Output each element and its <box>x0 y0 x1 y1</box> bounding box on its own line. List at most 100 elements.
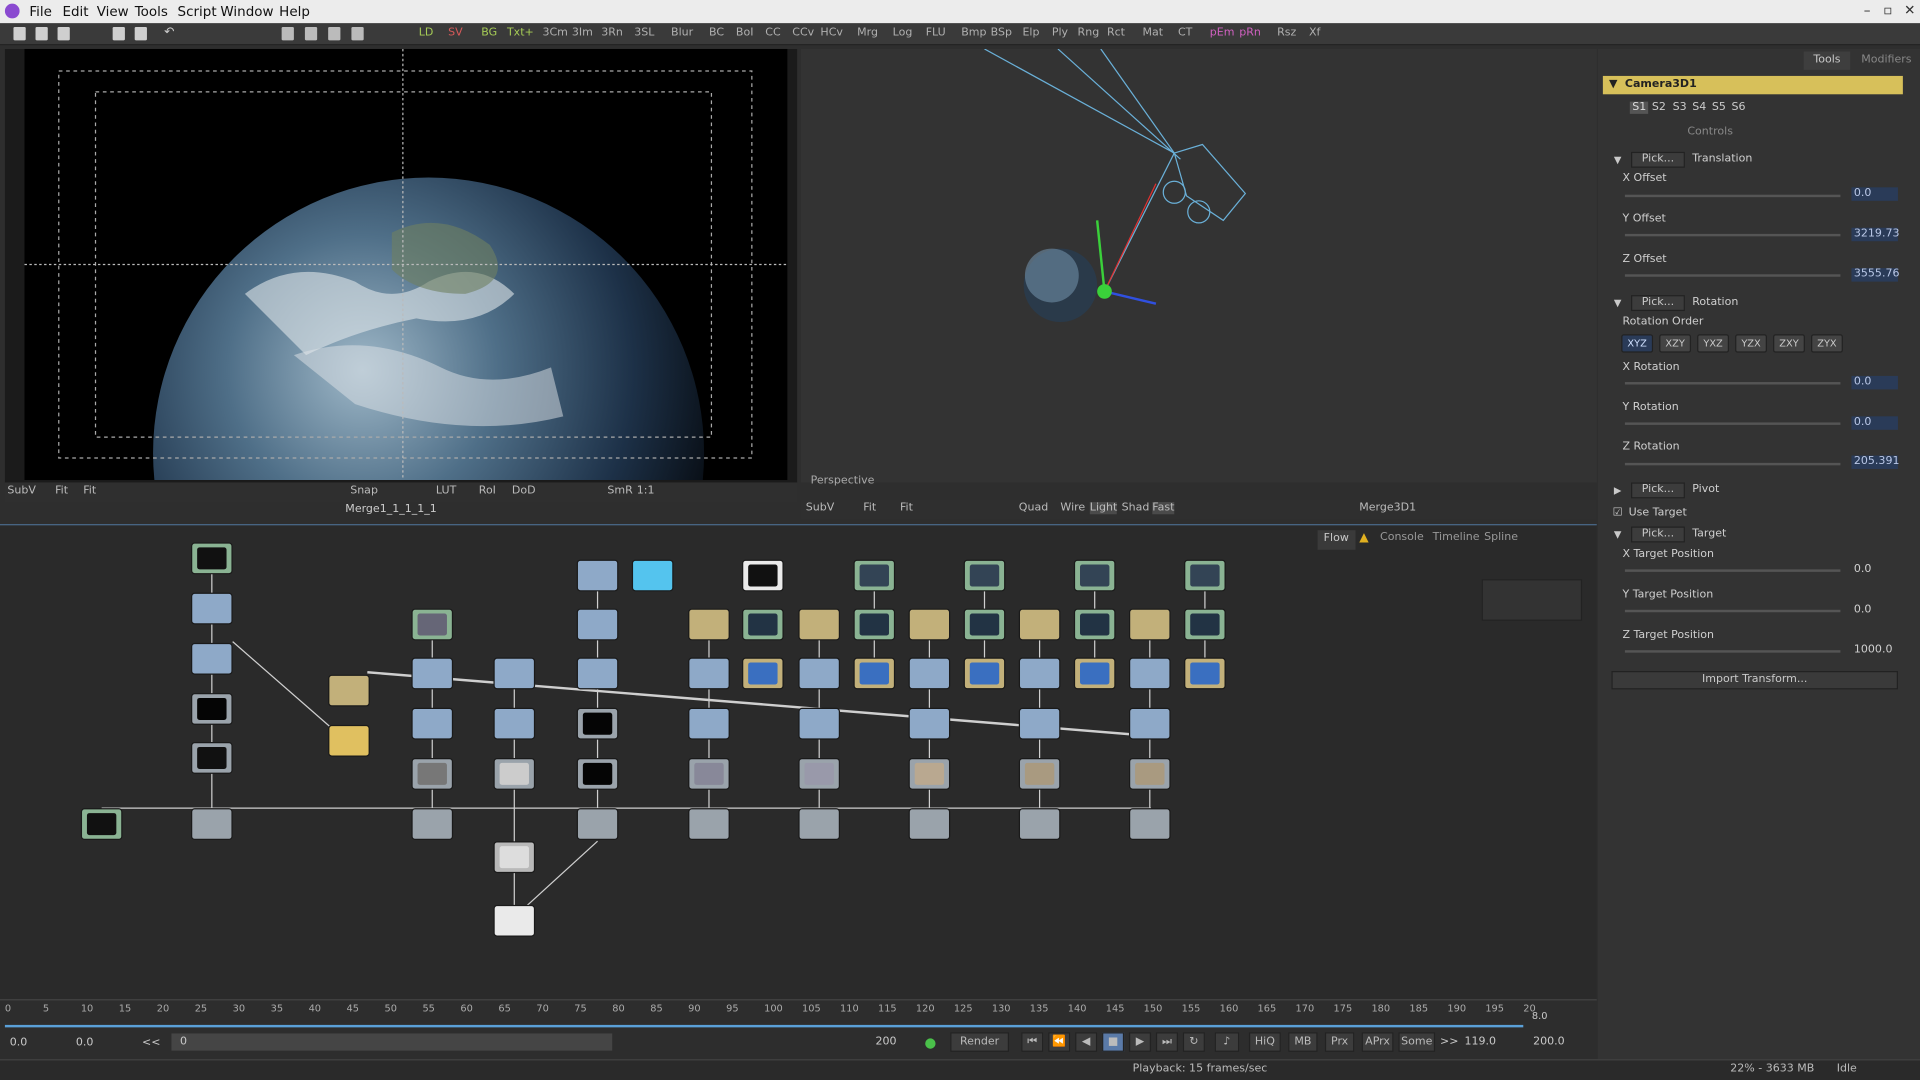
flow-node[interactable] <box>631 559 674 592</box>
flow-node[interactable] <box>1128 808 1171 841</box>
flow-node[interactable] <box>963 608 1006 641</box>
flow-node[interactable] <box>688 657 730 690</box>
flow-node[interactable] <box>688 707 730 740</box>
roi-button[interactable]: RoI <box>479 485 496 497</box>
flow-node[interactable] <box>1073 559 1116 592</box>
flow-node[interactable] <box>853 559 896 592</box>
tool-mat[interactable]: Mat <box>1142 27 1163 39</box>
hiq-button[interactable]: HiQ <box>1248 1032 1281 1052</box>
flow-node[interactable] <box>908 657 951 690</box>
flow-node[interactable] <box>1184 657 1226 690</box>
y-rotation-slider[interactable] <box>1624 422 1841 425</box>
flow-node[interactable] <box>742 657 784 690</box>
layout4-icon[interactable] <box>351 26 364 41</box>
flow-node[interactable] <box>493 757 536 790</box>
flow-node[interactable] <box>191 742 233 774</box>
menu-window[interactable]: Window <box>220 4 273 20</box>
tool-bmp[interactable]: Bmp <box>961 27 986 39</box>
tab-timeline[interactable]: Timeline <box>1433 531 1480 543</box>
flow-node[interactable] <box>411 657 454 690</box>
tool-3rn[interactable]: 3Rn <box>601 27 623 39</box>
tool-flu[interactable]: FLU <box>926 27 946 39</box>
play-icon[interactable]: ▶ <box>1128 1032 1152 1052</box>
z-target-slider[interactable] <box>1624 650 1841 653</box>
pivot-expand-icon[interactable]: ▶ <box>1614 485 1622 496</box>
flow-node[interactable] <box>688 757 730 790</box>
tool-boi[interactable]: BoI <box>736 27 754 39</box>
menu-file[interactable]: File <box>29 4 52 20</box>
tab-console[interactable]: Console <box>1380 531 1424 543</box>
y-offset-value[interactable]: 3219.73 <box>1851 227 1899 242</box>
flow-node[interactable] <box>853 608 896 641</box>
play-reverse-icon[interactable]: ◀ <box>1075 1032 1098 1052</box>
tool-elp[interactable]: Elp <box>1022 27 1039 39</box>
aprx-button[interactable]: APrx <box>1361 1032 1394 1052</box>
lut-button[interactable]: LUT <box>436 485 456 497</box>
goto-end-icon[interactable]: ⏭ <box>1155 1032 1178 1052</box>
layout3-icon[interactable] <box>328 26 341 41</box>
mb-button[interactable]: MB <box>1288 1032 1318 1052</box>
rotation-order-yzx[interactable]: YZX <box>1735 334 1767 353</box>
flow-node[interactable] <box>1128 608 1171 641</box>
flow-editor[interactable]: Flow ▲ Console Timeline Spline <box>0 524 1597 1000</box>
rotation-order-zyx[interactable]: ZYX <box>1811 334 1843 353</box>
translation-collapse-icon[interactable]: ▼ <box>1614 154 1622 165</box>
tool-ct[interactable]: CT <box>1178 27 1192 39</box>
flow-node[interactable] <box>493 657 536 690</box>
rotation-order-xyz[interactable]: XYZ <box>1621 334 1654 353</box>
menu-view[interactable]: View <box>97 4 129 20</box>
flow-node[interactable] <box>411 707 454 740</box>
flow-node[interactable] <box>1018 808 1061 841</box>
flow-node[interactable] <box>963 559 1006 592</box>
fit4-button[interactable]: Fit <box>900 502 913 514</box>
flow-node[interactable] <box>493 707 536 740</box>
y-rotation-value[interactable]: 0.0 <box>1851 416 1898 430</box>
tool-bg[interactable]: BG <box>481 27 497 39</box>
flow-node[interactable] <box>411 608 454 641</box>
tool-rng[interactable]: Rng <box>1078 27 1100 39</box>
z-offset-value[interactable]: 3555.76 <box>1851 268 1899 282</box>
slot-s4[interactable]: S4 <box>1692 102 1706 114</box>
subv2-button[interactable]: SubV <box>806 502 835 514</box>
x-target-slider[interactable] <box>1624 569 1841 572</box>
render-start[interactable]: 0.0 <box>76 1037 94 1049</box>
flow-node[interactable] <box>908 608 951 641</box>
flow-node[interactable] <box>798 657 841 690</box>
range-rewind-button[interactable]: << <box>142 1037 160 1049</box>
z-rotation-value[interactable]: 205.391 <box>1851 455 1899 469</box>
tool-ply[interactable]: Ply <box>1052 27 1068 39</box>
subv-button[interactable]: SubV <box>7 485 36 497</box>
x-target-value[interactable]: 0.0 <box>1851 563 1898 576</box>
flow-node[interactable] <box>191 808 233 841</box>
flow-node[interactable] <box>493 904 536 937</box>
layout2-icon[interactable] <box>304 26 318 41</box>
open-icon[interactable] <box>35 26 48 41</box>
tool-3cm[interactable]: 3Cm <box>542 27 567 39</box>
paste-icon[interactable] <box>134 26 147 41</box>
flow-node[interactable] <box>742 608 784 641</box>
snap-button[interactable]: Snap <box>350 485 378 497</box>
goto-start-icon[interactable]: ⏮ <box>1021 1032 1044 1052</box>
slot-s3[interactable]: S3 <box>1673 102 1687 114</box>
flow-node[interactable] <box>1018 657 1061 690</box>
flow-node[interactable] <box>1184 559 1226 592</box>
menu-help[interactable]: Help <box>279 4 310 20</box>
x-offset-value[interactable]: 0.0 <box>1851 187 1898 201</box>
tool-sv[interactable]: SV <box>448 27 463 39</box>
pick-translation-button[interactable]: Pick... <box>1631 151 1685 168</box>
some-button[interactable]: Some <box>1398 1032 1436 1052</box>
ff-button[interactable]: >> <box>1440 1036 1458 1048</box>
current-frame[interactable]: 119.0 <box>1465 1036 1497 1048</box>
tool-3sl[interactable]: 3SL <box>634 27 654 39</box>
loop-icon[interactable]: ↻ <box>1182 1032 1205 1052</box>
ratio-button[interactable]: 1:1 <box>637 485 655 497</box>
flow-node[interactable] <box>1128 707 1171 740</box>
tab-tools[interactable]: Tools <box>1803 51 1851 70</box>
tool-xf[interactable]: Xf <box>1309 27 1320 39</box>
menu-script[interactable]: Script <box>178 4 217 20</box>
tab-modifiers[interactable]: Modifiers <box>1861 54 1911 66</box>
flow-node[interactable] <box>798 707 841 740</box>
x-offset-slider[interactable] <box>1624 194 1841 198</box>
flow-node[interactable] <box>908 808 951 841</box>
flow-node[interactable] <box>411 808 454 841</box>
